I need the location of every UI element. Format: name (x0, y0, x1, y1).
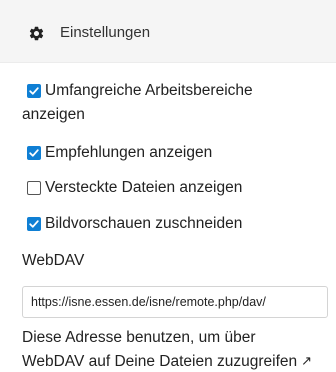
checkmark-icon (29, 149, 39, 157)
webdav-description-line1: Diese Adresse benutzen, um über (22, 329, 256, 346)
workspaces-label-continued[interactable]: anzeigen (22, 104, 85, 125)
external-link-icon[interactable]: ↗ (301, 350, 312, 371)
settings-header[interactable]: Einstellungen (0, 0, 336, 63)
checkmark-icon (29, 220, 39, 228)
hidden-files-label[interactable]: Versteckte Dateien anzeigen (45, 177, 242, 198)
workspaces-label[interactable]: Umfangreiche Arbeitsbereiche (45, 80, 253, 101)
crop-previews-label[interactable]: Bildvorschauen zuschneiden (45, 213, 242, 234)
workspaces-checkbox[interactable] (27, 84, 41, 98)
hidden-files-checkbox[interactable] (27, 181, 41, 195)
webdav-description-line2[interactable]: WebDAV auf Deine Dateien zuzugreifen (22, 353, 297, 370)
gear-icon (29, 26, 44, 41)
webdav-url-input[interactable] (22, 286, 328, 318)
webdav-description-link[interactable]: WebDAV auf Deine Dateien zuzugreifen ↗ (22, 350, 312, 372)
checkmark-icon (29, 87, 39, 95)
recommendations-label[interactable]: Empfehlungen anzeigen (45, 142, 212, 163)
crop-previews-checkbox[interactable] (27, 217, 41, 231)
webdav-title: WebDAV (22, 252, 85, 269)
header-title: Einstellungen (60, 24, 151, 41)
recommendations-checkbox[interactable] (27, 146, 41, 160)
